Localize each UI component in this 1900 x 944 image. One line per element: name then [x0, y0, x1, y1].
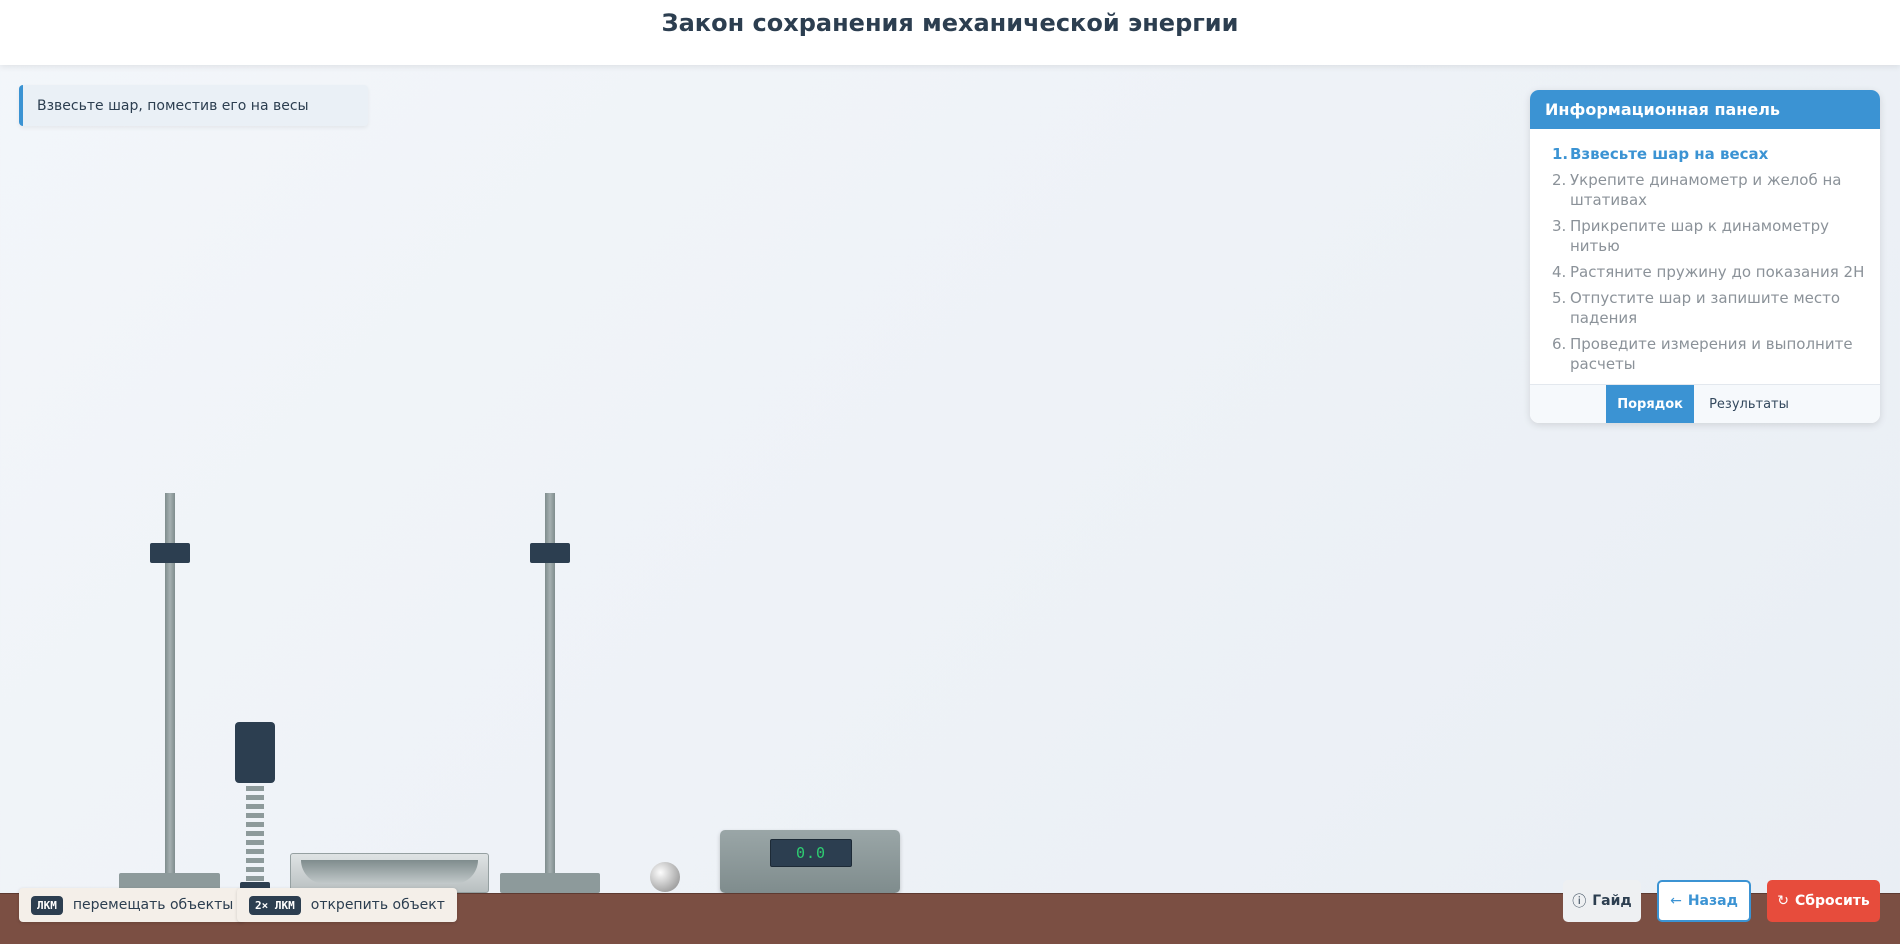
hotkey-move-hint: ЛКМ перемещать объекты	[19, 888, 246, 922]
ball[interactable]	[650, 862, 680, 892]
hotkey-label: открепить объект	[310, 897, 445, 913]
digital-scale[interactable]: 0.0	[720, 830, 900, 893]
mouse-key-badge: ЛКМ	[31, 895, 63, 915]
step-item: 1. Взвесьте шар на весах	[1552, 144, 1865, 164]
left-stand-clamp[interactable]	[150, 543, 190, 563]
hotkey-label: перемещать объекты	[72, 897, 234, 913]
right-stand-base[interactable]	[500, 873, 600, 893]
reset-button[interactable]: ↻ Сбросить	[1767, 880, 1880, 922]
instruction-hint: Взвесьте шар, поместив его на весы	[19, 85, 368, 126]
step-item: 2. Укрепите динамометр и желоб на штатив…	[1552, 170, 1865, 210]
step-item: 4. Растяните пружину до показания 2Н	[1552, 262, 1865, 282]
reset-button-label: Сбросить	[1794, 893, 1870, 909]
back-button[interactable]: ← Назад	[1657, 880, 1751, 922]
step-item: 5. Отпустите шар и запишите место падени…	[1552, 288, 1865, 328]
tab-results[interactable]: Результаты	[1694, 385, 1804, 423]
step-number: 5.	[1552, 289, 1567, 307]
arrow-left-icon: ←	[1670, 893, 1682, 909]
dynamometer-spring[interactable]	[246, 786, 264, 882]
step-number: 4.	[1552, 263, 1567, 281]
refresh-icon: ↻	[1777, 893, 1789, 909]
step-item: 3. Прикрепите шар к динамометру нитью	[1552, 216, 1865, 256]
info-panel-title: Информационная панель	[1530, 90, 1880, 129]
step-text: Укрепите динамометр и желоб на штативах	[1570, 171, 1842, 209]
step-text: Отпустите шар и запишите место падения	[1570, 289, 1841, 327]
info-panel: Информационная панель 1. Взвесьте шар на…	[1530, 90, 1880, 423]
scale-display: 0.0	[770, 839, 852, 867]
step-text: Растяните пружину до показания 2Н	[1570, 263, 1865, 281]
guide-button[interactable]: ⓘ Гайд	[1563, 880, 1641, 922]
guide-button-label: Гайд	[1592, 893, 1632, 909]
step-text: Проведите измерения и выполните расчеты	[1570, 335, 1853, 373]
double-click-key-badge: 2× ЛКМ	[249, 895, 301, 915]
step-number: 2.	[1552, 171, 1567, 189]
dynamometer[interactable]	[235, 722, 275, 783]
info-panel-tabs: Порядок Результаты	[1530, 384, 1880, 423]
step-number: 1.	[1552, 145, 1569, 163]
step-item: 6. Проведите измерения и выполните расче…	[1552, 334, 1865, 374]
step-number: 6.	[1552, 335, 1567, 353]
info-icon: ⓘ	[1572, 894, 1587, 910]
step-text: Прикрепите шар к динамометру нитью	[1570, 217, 1829, 255]
trough[interactable]	[290, 853, 489, 893]
steps-list: 1. Взвесьте шар на весах 2. Укрепите дин…	[1530, 129, 1880, 374]
back-button-label: Назад	[1687, 893, 1738, 909]
step-number: 3.	[1552, 217, 1567, 235]
page-title: Закон сохранения механической энергии	[661, 8, 1239, 37]
right-stand-clamp[interactable]	[530, 543, 570, 563]
tab-order[interactable]: Порядок	[1606, 385, 1695, 423]
hotkey-detach-hint: 2× ЛКМ открепить объект	[237, 888, 457, 922]
app-header: Закон сохранения механической энергии	[0, 0, 1900, 65]
step-text: Взвесьте шар на весах	[1570, 145, 1769, 163]
trough-groove	[301, 860, 478, 884]
